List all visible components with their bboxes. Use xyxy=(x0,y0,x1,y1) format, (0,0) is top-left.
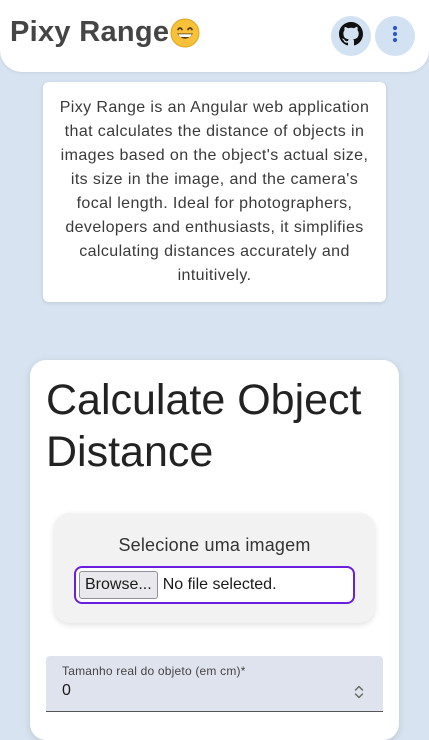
app-title-text: Pixy Range xyxy=(10,16,170,48)
intro-card: Pixy Range is an Angular web application… xyxy=(43,82,386,302)
intro-text: Pixy Range is an Angular web application… xyxy=(59,99,370,284)
real-size-input[interactable]: 0 xyxy=(62,682,71,700)
real-size-field[interactable]: Tamanho real do objeto (em cm)* 0 xyxy=(46,656,383,712)
image-upload-panel: Selecione uma imagem Browse... No file s… xyxy=(54,513,375,623)
file-status: No file selected. xyxy=(162,576,277,593)
upload-label: Selecione uma imagem xyxy=(118,535,311,555)
real-size-label: Tamanho real do objeto (em cm)* xyxy=(62,664,246,678)
app-header: Pixy Range xyxy=(0,0,429,72)
github-button[interactable] xyxy=(331,16,371,56)
calculator-title: Calculate Object Distance xyxy=(46,376,362,476)
menu-button[interactable] xyxy=(375,16,415,56)
file-input[interactable]: Browse... No file selected. xyxy=(74,566,355,604)
browse-button[interactable]: Browse... xyxy=(79,571,158,599)
more-vert-icon xyxy=(392,25,398,48)
grinning-face-icon xyxy=(170,18,200,48)
number-stepper[interactable] xyxy=(351,683,367,701)
calculator-card: Calculate Object Distance Selecione uma … xyxy=(30,360,399,740)
stepper-arrows-icon xyxy=(354,685,364,699)
app-title: Pixy Range xyxy=(10,16,200,49)
github-icon xyxy=(339,21,363,51)
